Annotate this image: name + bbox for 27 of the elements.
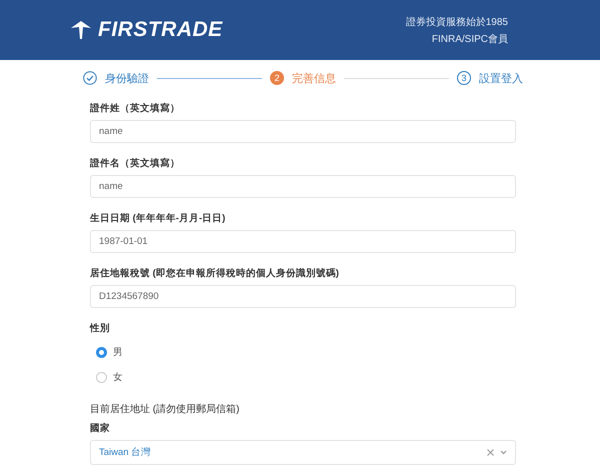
chevron-down-icon[interactable] — [500, 450, 507, 455]
field-label: 證件姓（英文填寫） — [90, 102, 181, 115]
field-label: 性別 — [90, 322, 111, 335]
radio-button[interactable] — [96, 347, 107, 358]
field-label: 居住地報稅號 (即您在申報所得稅時的個人身份識別號碼) — [90, 267, 340, 280]
clear-icon[interactable] — [487, 449, 494, 456]
field-label: 證件名（英文填寫） — [90, 157, 181, 170]
logo-text: FIRSTRADE — [98, 18, 223, 42]
input-field[interactable]: name — [90, 120, 516, 143]
tagline: 證券投資服務始於1985 — [406, 16, 508, 28]
step-label: 完善信息 — [292, 72, 336, 86]
step-number: 3 — [457, 71, 471, 85]
radio-option[interactable]: 男 — [96, 346, 516, 359]
logo-icon — [70, 19, 92, 41]
step-number: 2 — [270, 71, 284, 85]
field-label: 國家 — [90, 422, 111, 435]
radio-option[interactable]: 女 — [96, 371, 516, 384]
step-label: 設置登入 — [479, 72, 523, 86]
country-select[interactable]: Taiwan 台灣 — [90, 440, 516, 465]
radio-button[interactable] — [96, 372, 107, 383]
input-field[interactable]: D1234567890 — [90, 285, 516, 308]
section-heading: 目前居住地址 (請勿使用郵局信箱) — [90, 402, 240, 416]
input-field[interactable]: name — [90, 175, 516, 198]
tagline: FINRA/SIPC會員 — [432, 32, 508, 46]
step-label: 身份驗證 — [105, 72, 149, 86]
input-field[interactable]: 1987-01-01 — [90, 230, 516, 253]
field-label: 生日日期 (年年年年-月月-日日) — [90, 212, 226, 225]
